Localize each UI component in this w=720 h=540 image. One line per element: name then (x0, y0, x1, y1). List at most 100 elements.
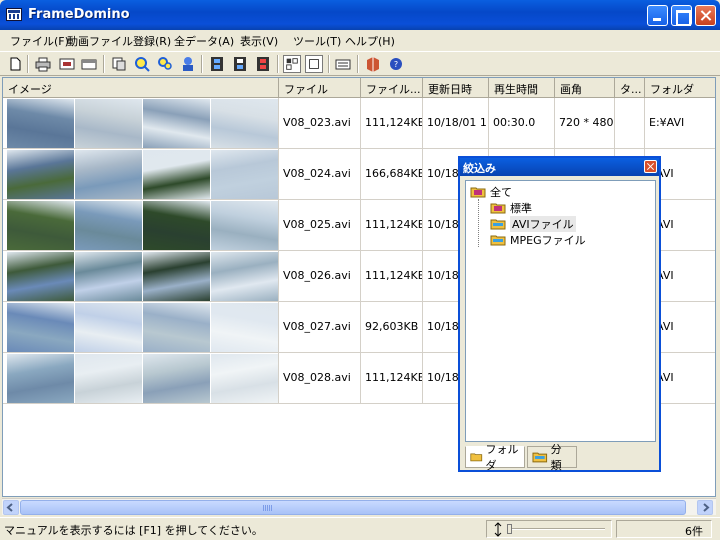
minimize-button[interactable] (647, 5, 668, 26)
zoom-slider-track[interactable] (507, 528, 605, 530)
table-row[interactable]: V08_023.avi111,124KB10/18/01 1...00:30.0… (3, 98, 715, 149)
toolbar: ? (0, 51, 720, 76)
cell-file: V08_025.avi (279, 200, 361, 251)
cell-file: V08_024.avi (279, 149, 361, 200)
video-frame-thumbnail (75, 354, 142, 403)
thumbnail-cell[interactable] (3, 302, 279, 353)
user-icon[interactable] (179, 55, 197, 73)
toolbar-separator (277, 55, 279, 73)
cell-folder: E:¥AVI (645, 98, 715, 149)
thumbnail-view-icon[interactable] (283, 55, 301, 73)
new-file-icon[interactable] (6, 55, 24, 73)
scrollbar-thumb[interactable] (20, 500, 686, 515)
film-strip-alt-icon[interactable] (231, 55, 249, 73)
thumbnail-cell[interactable] (3, 353, 279, 404)
tab-label: フォルダ (485, 443, 519, 472)
tab-label: 分類 (550, 443, 562, 472)
status-slider-pane[interactable] (486, 520, 612, 538)
zoom-slider-thumb[interactable] (507, 524, 512, 534)
video-frame-thumbnail (75, 201, 142, 250)
video-frame-thumbnail (211, 99, 278, 148)
menu-file[interactable]: ファイル(F) (10, 33, 69, 49)
category-tree[interactable]: 全て 標準 AVIファイル MPEGファイル (465, 180, 656, 442)
tab-category[interactable]: 分類 (527, 443, 577, 472)
print-icon[interactable] (34, 55, 52, 73)
window-icon[interactable] (80, 55, 98, 73)
video-frame-thumbnail (75, 303, 142, 352)
column-header-date[interactable]: 更新日時 (423, 78, 489, 98)
menu-register-video[interactable]: 動画ファイル登録(R) (67, 33, 171, 49)
column-header-size[interactable]: ファイル... (361, 78, 423, 98)
menu-tools[interactable]: ツール(T) (293, 33, 341, 49)
cell-file: V08_023.avi (279, 98, 361, 149)
video-frame-thumbnail (75, 252, 142, 301)
thumbnail-cell[interactable] (3, 200, 279, 251)
cell-dims: 720 * 480 (555, 98, 615, 149)
folder-icon (490, 203, 506, 214)
menu-view[interactable]: 表示(V) (240, 33, 278, 49)
tree-node-all[interactable]: 全て (470, 184, 512, 200)
video-frame-thumbnail (7, 252, 74, 301)
single-view-icon[interactable] (305, 55, 323, 73)
cell-size: 111,124KB (361, 251, 423, 302)
video-frame-thumbnail (143, 252, 210, 301)
svg-text:?: ? (394, 60, 398, 69)
video-frame-thumbnail (7, 303, 74, 352)
tree-node-mpeg[interactable]: MPEGファイル (490, 232, 586, 248)
cell-duration: 00:30.0 (489, 98, 555, 149)
chevron-right-icon (703, 503, 710, 512)
scroll-right-button[interactable] (697, 500, 713, 515)
film-strip-icon[interactable] (208, 55, 226, 73)
video-frame-thumbnail (211, 201, 278, 250)
video-frame-thumbnail (7, 354, 74, 403)
filter-panel-title-bar[interactable]: 絞込み (460, 158, 659, 176)
filter-panel[interactable]: 絞込み 全て 標準 AVIファイル MPEGファイル フォルダ 分類 (458, 156, 661, 472)
menu-bar: ファイル(F) 動画ファイル登録(R) 全データ(A) 表示(V) ツール(T)… (0, 30, 720, 50)
thumbnail-cell[interactable] (3, 149, 279, 200)
thumbnail-cell[interactable] (3, 251, 279, 302)
menu-all-data[interactable]: 全データ(A) (174, 33, 234, 49)
cell-size: 92,603KB (361, 302, 423, 353)
thumbnail-cell[interactable] (3, 98, 279, 149)
video-frame-thumbnail (143, 201, 210, 250)
close-button[interactable] (695, 5, 716, 26)
column-header-dims[interactable]: 画角 (555, 78, 615, 98)
column-header-tag[interactable]: タ... (615, 78, 645, 98)
filter-panel-close-icon[interactable] (644, 160, 657, 173)
status-message: マニュアルを表示するには [F1] を押してください。 (4, 524, 263, 537)
scroll-left-button[interactable] (3, 500, 19, 515)
column-header-duration[interactable]: 再生時間 (489, 78, 555, 98)
video-frame-thumbnail (143, 354, 210, 403)
title-bar[interactable]: FrameDomino (0, 0, 720, 30)
video-frame-thumbnail (75, 99, 142, 148)
menu-help[interactable]: ヘルプ(H) (345, 33, 395, 49)
copy-icon[interactable] (110, 55, 128, 73)
search-next-icon[interactable] (156, 55, 174, 73)
film-strip-red-icon[interactable] (254, 55, 272, 73)
video-frame-thumbnail (75, 150, 142, 199)
column-header-file[interactable]: ファイル (279, 78, 361, 98)
folder-icon (532, 452, 548, 463)
column-header-image[interactable]: イメージ (3, 78, 279, 98)
item-count: 6件 (685, 525, 703, 538)
video-icon[interactable] (58, 55, 76, 73)
list-view-icon[interactable] (334, 55, 352, 73)
tree-node-avi[interactable]: AVIファイル (490, 216, 576, 232)
video-frame-thumbnail (143, 303, 210, 352)
search-icon[interactable] (133, 55, 151, 73)
tree-node-standard[interactable]: 標準 (490, 200, 532, 216)
maximize-button[interactable] (671, 5, 692, 26)
status-count-pane: 6件 (616, 520, 712, 538)
cell-file: V08_027.avi (279, 302, 361, 353)
column-header-folder[interactable]: フォルダ (645, 78, 715, 98)
tree-node-label: 標準 (510, 202, 532, 215)
cell-file: V08_026.avi (279, 251, 361, 302)
toolbar-separator (27, 55, 29, 73)
tab-folder[interactable]: フォルダ (465, 443, 525, 472)
panel-tabs: フォルダ 分類 (465, 443, 656, 472)
about-icon[interactable]: ? (387, 55, 405, 73)
cell-tag (615, 98, 645, 149)
tree-node-label: AVIファイル (510, 216, 576, 232)
horizontal-scrollbar[interactable] (2, 498, 716, 515)
help-book-icon[interactable] (364, 55, 382, 73)
